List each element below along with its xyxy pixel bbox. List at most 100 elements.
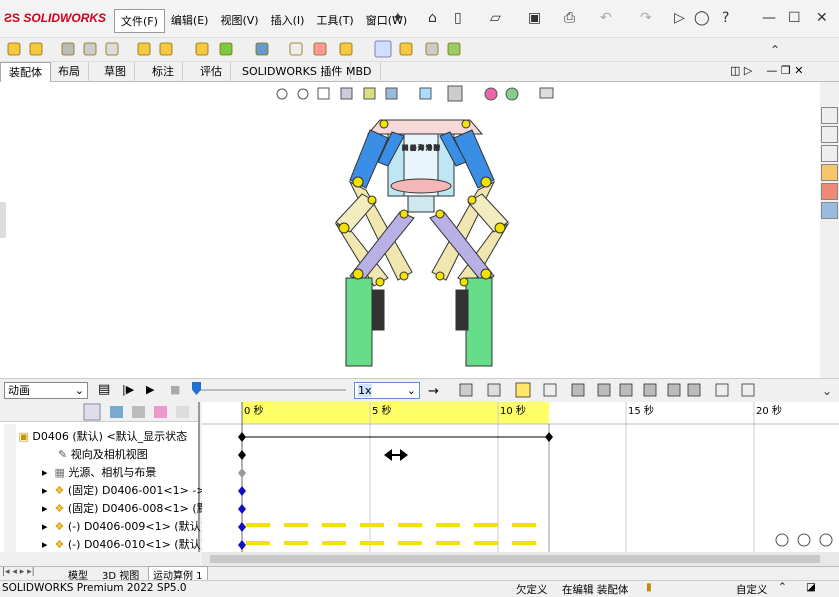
yellow-dashed-tracks [246,523,549,545]
menu-view[interactable]: 视图(V) [214,9,264,33]
new-motion-study-icon [289,42,303,56]
tree-item-assembly[interactable]: ▾ ▣ D0406 (默认) <默认_显示状态 [6,428,187,446]
tab-markup[interactable]: 标注 [144,62,183,82]
filter-selected-icon [132,406,145,418]
open-icon[interactable]: ▱ [490,10,501,26]
zoom-to-fit-icon [276,88,288,100]
tree-item-component-009[interactable]: ▸ ❖ (-) D0406-009<1> (默认) [42,518,205,536]
command-toolbar: ⌃ [0,38,839,62]
tick-0: 0 秒 [244,404,264,417]
tree-item-component-008[interactable]: ▸ ❖ (固定) D0406-008<1> (默 [42,500,208,518]
tab-mbd[interactable]: MBD [338,62,381,82]
tab-assembly[interactable]: 装配体 [0,62,51,82]
display-style-icon [419,87,432,100]
save-animation-icon [459,383,473,397]
tree-filter-toolbar [0,402,198,422]
previous-view-icon [317,87,330,100]
edit-appearance-icon [484,87,498,101]
motion-study-properties-icon [741,383,755,397]
view-orientation-icon [385,87,398,100]
play-from-start-icon[interactable]: |▶ [122,383,134,396]
smart-fastener-icon [137,42,151,56]
play-icon[interactable]: ▶ [146,383,154,396]
playback-speed-select[interactable]: 1x ⌄ [354,382,420,399]
motor-icon [571,383,585,397]
maximize-icon[interactable]: ☐ [788,10,801,26]
units-chevron-icon[interactable]: ⌃ [778,581,787,593]
view-palette-icon[interactable] [821,164,838,181]
bottom-tabs: |◂ ◂ ▸ ▸| 模型 3D 视图 运动算例 1 [0,566,839,583]
heads-up-toolbar-and-model: 國 器 海 港 精 [0,85,554,367]
large-assembly-icon [447,42,461,56]
left-panel-toggle [0,202,6,238]
help-icon[interactable]: ? [722,10,729,26]
units-status[interactable]: 自定义 [736,582,768,597]
reference-geometry-icon [255,42,269,56]
main-menu: 文件(F) 编辑(E) 视图(V) 插入(I) 工具(T) 窗口(W) [114,9,413,33]
timeline-area[interactable]: 0 秒 5 秒 10 秒 15 秒 20 秒 [202,402,839,552]
home-icon[interactable]: ⌂ [428,10,437,26]
custom-properties-icon[interactable] [821,202,838,219]
menu-tools[interactable]: 工具(T) [310,9,359,33]
tab-evaluate[interactable]: 评估 [192,62,231,82]
minimize-icon[interactable]: — [762,10,776,26]
apply-scene-icon [505,87,519,101]
product-version: SOLIDWORKS Premium 2022 SP5.0 [2,582,187,594]
tab-addins[interactable]: SOLIDWORKS 插件 [234,62,352,82]
solidworks-logo[interactable]: ƧS SOLIDWORKS [4,11,106,25]
tree-item-lights[interactable]: ▸ ▦ 光源、相机与布景 [42,464,156,482]
tree-scrollbar[interactable] [4,424,16,552]
new-file-icon[interactable]: ▯ [454,10,462,26]
tab-sketch[interactable]: 草图 [96,62,135,82]
section-view-icon [340,87,353,100]
rebuild-icon[interactable]: ▮ [646,581,652,593]
solidworks-resources-icon[interactable] [821,107,838,124]
contact-icon [667,383,681,397]
stop-icon[interactable]: ■ [170,383,180,396]
update-speedpak-icon [399,42,413,56]
menu-window[interactable]: 窗口(W) [360,9,413,33]
undo-icon[interactable]: ↶ [600,10,612,26]
gripper-model: 國 器 海 港 精 [334,119,510,367]
study-type-select[interactable]: 动画 ⌄ [4,382,88,399]
motion-study-toolbar: 动画 ⌄ ▤ |▶ ▶ ■ 1x ⌄ → ⌄ [0,378,839,402]
menu-insert[interactable]: 插入(I) [265,9,311,33]
bill-of-materials-icon [313,42,327,56]
window-restore-icons[interactable]: ◫ ▷ — ❐ ✕ [730,64,803,77]
playback-slider[interactable] [196,389,346,391]
key-end-assembly [545,432,553,442]
tree-item-camera-views[interactable]: ✎ 视向及相机视图 [58,446,148,464]
tab-layout[interactable]: 布局 [50,62,89,82]
tick-20: 20 秒 [756,404,782,417]
spring-icon [597,383,611,397]
menu-edit[interactable]: 编辑(E) [165,9,215,33]
user-icon[interactable]: ◯ [694,10,710,26]
print-icon[interactable]: ⎙ [564,10,575,26]
timeline-hscroll[interactable] [202,552,839,566]
save-icon[interactable]: ▣ [528,10,541,26]
tab-scroll-arrows[interactable]: |◂ ◂ ▸ ▸| [2,567,35,577]
key-start-assembly [238,432,246,442]
scroll-thumb[interactable] [210,555,820,563]
autosize-icon [176,406,189,418]
show-hidden-icon [195,42,209,56]
file-explorer-icon[interactable] [821,145,838,162]
zoom-in-icon [819,533,833,547]
instant3d-icon [374,40,392,58]
tree-item-component-001[interactable]: ▸ ❖ (固定) D0406-001<1> -> [42,482,206,500]
filter-results-icon [154,406,167,418]
close-icon[interactable]: ✕ [816,10,828,26]
appearances-icon[interactable] [821,183,838,200]
calculate-icon[interactable]: ▤ [98,382,110,397]
graphics-area[interactable]: 國 器 海 港 精 [0,82,820,378]
command-manager-tabs: 装配体 布局 草图 标注 评估 SOLIDWORKS 插件 MBD ◫ ▷ — … [0,62,839,82]
select-icon[interactable]: ▷ [674,10,685,26]
design-library-icon[interactable] [821,126,838,143]
menu-file[interactable]: 文件(F) [114,9,165,33]
redo-icon[interactable]: ↷ [640,10,652,26]
playback-slider-thumb[interactable] [192,382,201,395]
key-component-009 [238,522,246,532]
pin-icon[interactable]: ✦ [392,10,404,26]
notification-icon[interactable]: ◪ [806,581,816,593]
tree-item-component-010[interactable]: ▸ ❖ (-) D0406-010<1> (默认) [42,536,205,554]
